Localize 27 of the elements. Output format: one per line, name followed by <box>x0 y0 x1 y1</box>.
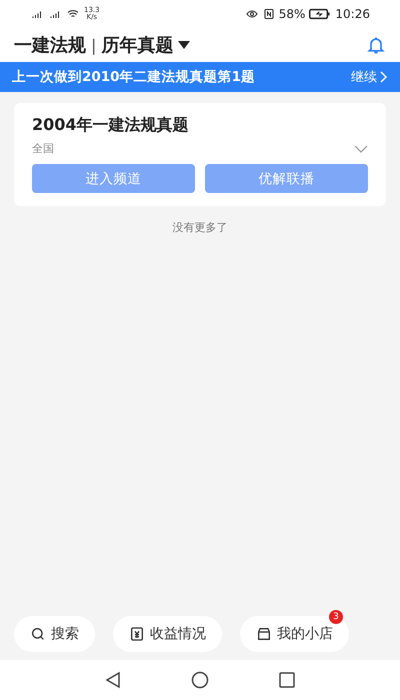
section-title[interactable]: 历年真题 <box>101 33 174 57</box>
resume-text: 上一次做到2010年二建法规真题第1题 <box>12 68 255 86</box>
eye-icon <box>244 8 259 20</box>
notification-bell-icon[interactable] <box>366 35 386 55</box>
resume-banner[interactable]: 上一次做到2010年二建法规真题第1题 继续 <box>0 62 400 92</box>
shop-icon <box>256 626 272 642</box>
clock-time: 10:26 <box>335 7 370 21</box>
subject-title[interactable]: 一建法规 <box>14 33 86 57</box>
search-action-button[interactable]: 搜索 <box>14 616 95 652</box>
continue-button[interactable]: 继续 <box>351 68 388 86</box>
battery-icon <box>309 8 332 20</box>
paper-title: 2004年一建法规真题 <box>32 115 190 136</box>
search-icon <box>30 626 46 642</box>
home-nav-icon[interactable] <box>191 671 209 689</box>
yen-card-icon <box>129 626 145 642</box>
title-separator: | <box>91 36 96 54</box>
count-badge: 3 <box>329 610 343 624</box>
recents-nav-icon[interactable] <box>279 672 295 688</box>
chevron-right-icon <box>380 71 388 83</box>
dropdown-caret-icon[interactable] <box>178 41 190 49</box>
end-of-list-note: 没有更多了 <box>172 220 228 235</box>
region-label: 全国 <box>32 141 54 156</box>
battery-percent: 58% <box>278 7 306 21</box>
income-action-button[interactable]: 收益情况 <box>113 616 222 652</box>
back-nav-icon[interactable] <box>105 671 121 689</box>
expand-chevron-icon[interactable] <box>354 144 368 152</box>
nfc-icon <box>262 8 275 20</box>
